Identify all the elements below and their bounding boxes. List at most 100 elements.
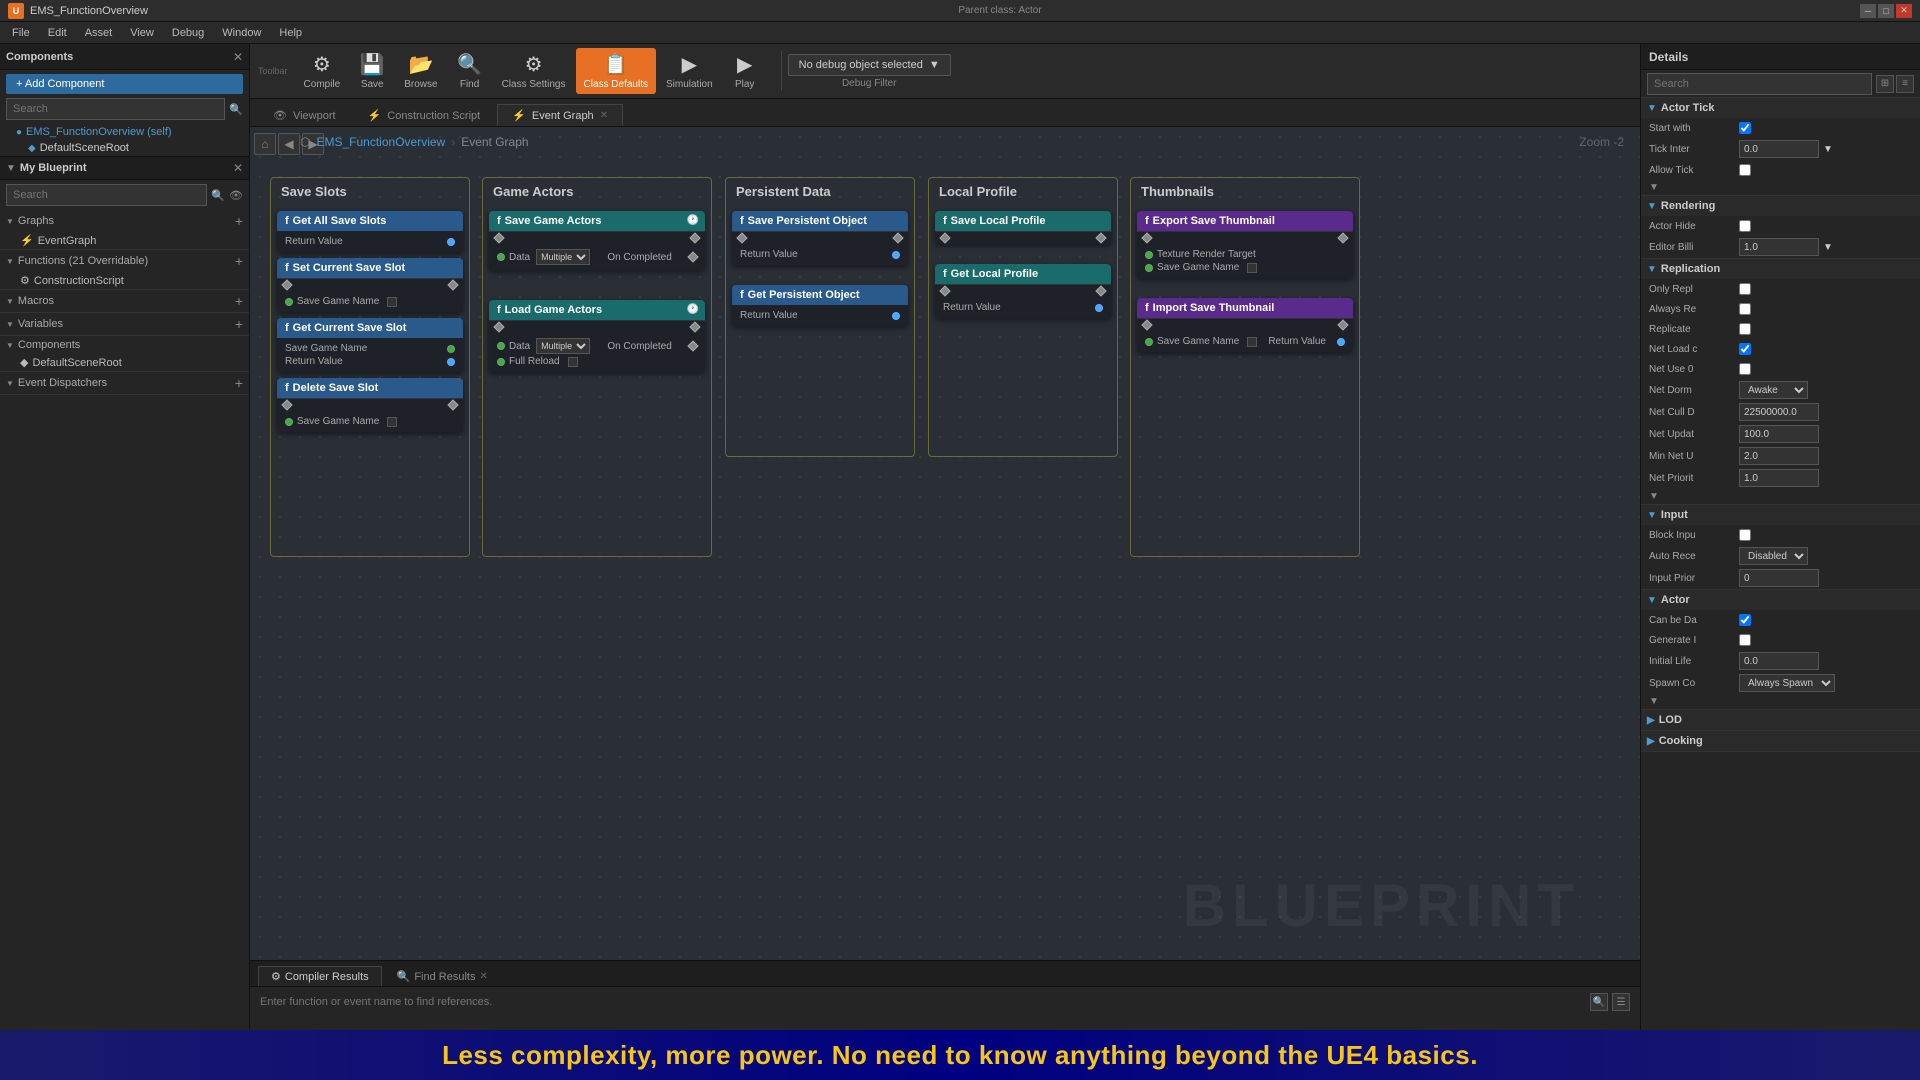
viewport-tab[interactable]: 👁 Viewport <box>258 104 351 126</box>
simulation-button[interactable]: ▶ Simulation <box>658 48 721 94</box>
menu-view[interactable]: View <box>122 25 162 41</box>
menu-help[interactable]: Help <box>271 25 310 41</box>
replicate-checkbox[interactable] <box>1739 323 1751 335</box>
spawn-collision-select[interactable]: Always SpawnTry To SpawnDo Not Spawn <box>1739 674 1835 692</box>
macros-add-button[interactable]: + <box>235 293 243 309</box>
functions-add-button[interactable]: + <box>235 253 243 269</box>
import-thumbnail-node[interactable]: f Import Save Thumbnail Save Game Name R… <box>1137 298 1353 352</box>
replication-header[interactable]: ▼ Replication <box>1641 259 1920 279</box>
export-thumbnail-node[interactable]: f Export Save Thumbnail Texture Render T… <box>1137 211 1353 278</box>
actor-header[interactable]: ▼ Actor <box>1641 590 1920 610</box>
close-button[interactable]: ✕ <box>1896 4 1912 18</box>
event-graph-tab[interactable]: ⚡ Event Graph ✕ <box>497 104 623 126</box>
get-all-save-slots-node[interactable]: f Get All Save Slots Return Value <box>277 211 463 252</box>
net-update-input[interactable] <box>1739 425 1819 443</box>
input-header[interactable]: ▼ Input <box>1641 505 1920 525</box>
home-button[interactable]: ⌂ <box>254 133 276 155</box>
net-use-checkbox[interactable] <box>1739 363 1751 375</box>
dispatchers-add-button[interactable]: + <box>235 375 243 391</box>
find-button[interactable]: 🔍 Find <box>448 48 492 94</box>
menu-file[interactable]: File <box>4 25 38 41</box>
construction-script-item[interactable]: ⚙ ConstructionScript <box>0 272 249 289</box>
get-current-save-slot-node[interactable]: f Get Current Save Slot Save Game Name R… <box>277 318 463 372</box>
net-load-checkbox[interactable] <box>1739 343 1751 355</box>
find-references-input[interactable] <box>260 996 1586 1008</box>
add-component-button[interactable]: + Add Component <box>6 74 243 94</box>
bp-macros-header[interactable]: ▼ Macros + <box>0 290 249 312</box>
find-tab-close[interactable]: ✕ <box>479 971 487 982</box>
class-defaults-button[interactable]: 📋 Class Defaults <box>576 48 656 94</box>
save-game-actors-node[interactable]: 🕐 f Save Game Actors Data Multiple <box>489 211 705 270</box>
class-settings-button[interactable]: ⚙ Class Settings <box>494 48 574 94</box>
bp-variables-header[interactable]: ▼ Variables + <box>0 313 249 335</box>
bp-search-icon[interactable]: 🔍 <box>211 189 225 202</box>
compile-button[interactable]: ⚙ Compile <box>296 48 349 94</box>
actor-tick-header[interactable]: ▼ Actor Tick <box>1641 98 1920 118</box>
get-local-profile-node[interactable]: f Get Local Profile Return Value <box>935 264 1111 318</box>
find-settings-button[interactable]: ☰ <box>1612 993 1630 1011</box>
save-local-profile-node[interactable]: f Save Local Profile <box>935 211 1111 244</box>
menu-window[interactable]: Window <box>214 25 269 41</box>
load-game-actors-node[interactable]: 🕐 f Load Game Actors Data Multiple <box>489 300 705 372</box>
find-results-tab[interactable]: 🔍 Find Results ✕ <box>384 966 501 986</box>
get-persistent-node[interactable]: f Get Persistent Object Return Value <box>732 285 908 326</box>
allow-tick-checkbox[interactable] <box>1739 164 1751 176</box>
actor-tick-collapse-arrow[interactable]: ▼ <box>1641 180 1920 195</box>
component-search-icon[interactable]: 🔍 <box>229 103 243 116</box>
find-search-button[interactable]: 🔍 <box>1590 993 1608 1011</box>
set-current-save-slot-node[interactable]: f Set Current Save Slot Save Game Name <box>277 258 463 312</box>
blueprint-graph[interactable]: ⌂ ◀ ▶ ⬡ EMS_FunctionOverview › Event Gra… <box>250 127 1640 960</box>
only-repl-checkbox[interactable] <box>1739 283 1751 295</box>
component-search-input[interactable] <box>6 98 225 120</box>
net-cull-input[interactable] <box>1739 403 1819 421</box>
cooking-header[interactable]: ▶ Cooking <box>1641 731 1920 751</box>
net-priority-input[interactable] <box>1739 469 1819 487</box>
construction-script-tab[interactable]: ⚡ Construction Script <box>353 104 496 126</box>
menu-edit[interactable]: Edit <box>40 25 75 41</box>
menu-asset[interactable]: Asset <box>77 25 121 41</box>
my-blueprint-header[interactable]: ▼ My Blueprint ✕ <box>0 156 249 180</box>
bp-dispatchers-header[interactable]: ▼ Event Dispatchers + <box>0 372 249 394</box>
load-data-select[interactable]: Multiple <box>536 338 590 354</box>
start-with-checkbox[interactable] <box>1739 122 1751 134</box>
tick-interval-input[interactable] <box>1739 140 1819 158</box>
auto-receive-select[interactable]: DisabledPlayer 0Player 1 <box>1739 547 1808 565</box>
my-blueprint-close[interactable]: ✕ <box>233 161 243 175</box>
data-select[interactable]: Multiple <box>536 249 590 265</box>
block-input-checkbox[interactable] <box>1739 529 1751 541</box>
editor-billboard-input[interactable] <box>1739 238 1819 256</box>
event-tab-close[interactable]: ✕ <box>600 110 608 121</box>
save-button[interactable]: 💾 Save <box>350 48 394 94</box>
details-menu-button[interactable]: ≡ <box>1896 75 1914 93</box>
minimize-button[interactable]: ─ <box>1860 4 1876 18</box>
variables-add-button[interactable]: + <box>235 316 243 332</box>
eventgraph-item[interactable]: ⚡ EventGraph <box>0 232 249 249</box>
bp-functions-header[interactable]: ▼ Functions (21 Overridable) + <box>0 250 249 272</box>
bp-components-section-header[interactable]: ▼ Components <box>0 336 249 354</box>
net-dorm-select[interactable]: AwakeInitialDormant <box>1739 381 1808 399</box>
always-repl-checkbox[interactable] <box>1739 303 1751 315</box>
details-grid-view-button[interactable]: ⊞ <box>1876 75 1894 93</box>
generate-overlap-checkbox[interactable] <box>1739 634 1751 646</box>
can-be-damaged-checkbox[interactable] <box>1739 614 1751 626</box>
components-close[interactable]: ✕ <box>233 50 243 64</box>
return-pin[interactable] <box>447 238 455 246</box>
min-net-input[interactable] <box>1739 447 1819 465</box>
replication-collapse-arrow[interactable]: ▼ <box>1641 489 1920 504</box>
breadcrumb-root[interactable]: EMS_FunctionOverview <box>316 135 445 149</box>
bp-graphs-header[interactable]: ▼ Graphs + <box>0 210 249 232</box>
debug-object-selector[interactable]: No debug object selected ▼ <box>788 54 951 76</box>
details-search-input[interactable] <box>1647 73 1872 95</box>
initial-lifespan-input[interactable] <box>1739 652 1819 670</box>
delete-save-slot-node[interactable]: f Delete Save Slot Save Game Name <box>277 378 463 432</box>
actor-hidden-checkbox[interactable] <box>1739 220 1751 232</box>
tree-item-self[interactable]: ● EMS_FunctionOverview (self) <box>0 124 249 140</box>
rendering-header[interactable]: ▼ Rendering <box>1641 196 1920 216</box>
graphs-add-button[interactable]: + <box>235 213 243 229</box>
back-button[interactable]: ◀ <box>278 133 300 155</box>
default-scene-root-item[interactable]: ◆ DefaultSceneRoot <box>0 354 249 371</box>
tick-dropdown-icon[interactable]: ▼ <box>1823 144 1833 155</box>
compiler-results-tab[interactable]: ⚙ Compiler Results <box>258 966 382 986</box>
billboard-dropdown-icon[interactable]: ▼ <box>1823 242 1833 253</box>
lod-header[interactable]: ▶ LOD <box>1641 710 1920 730</box>
